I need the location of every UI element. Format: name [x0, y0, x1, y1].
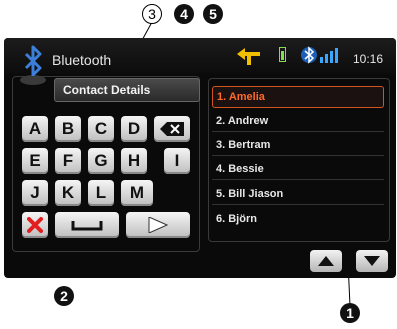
key-c[interactable]: C — [88, 116, 114, 142]
contact-item-bjorn[interactable]: 6. Björn — [212, 208, 384, 230]
clock: 10:16 — [353, 52, 384, 66]
key-i[interactable]: I — [164, 148, 190, 174]
contact-item-amelia[interactable]: 1. Amelia — [212, 86, 384, 108]
arrow-up-icon — [318, 256, 334, 266]
backspace-icon — [160, 122, 184, 136]
turn-arrow-icon — [237, 48, 260, 65]
key-e[interactable]: E — [22, 148, 48, 174]
red-x-icon — [27, 217, 43, 233]
key-k[interactable]: K — [55, 180, 81, 206]
app-title: Bluetooth — [52, 52, 112, 68]
scroll-down-button[interactable] — [356, 250, 388, 272]
contact-item-bessie[interactable]: 4. Bessie — [212, 158, 384, 180]
enter-button[interactable] — [126, 212, 190, 238]
play-arrow-icon — [148, 217, 168, 233]
device-screen: Bluetooth 10:16 Contact Details A B C D … — [4, 38, 396, 278]
status-bar: Bluetooth 10:16 — [4, 38, 396, 85]
contact-item-bill-jiason[interactable]: 5. Bill Jiason — [212, 183, 384, 205]
callout-2: 2 — [54, 286, 74, 306]
key-j[interactable]: J — [22, 180, 48, 206]
key-m[interactable]: M — [121, 180, 153, 206]
callout-3: 3 — [142, 4, 162, 24]
key-l[interactable]: L — [88, 180, 114, 206]
battery-icon — [279, 47, 286, 62]
bluetooth-signal-icon — [301, 46, 338, 64]
key-a[interactable]: A — [22, 116, 48, 142]
scroll-up-button[interactable] — [310, 250, 342, 272]
contact-item-andrew[interactable]: 2. Andrew — [212, 110, 384, 132]
key-h[interactable]: H — [121, 148, 147, 174]
key-b[interactable]: B — [55, 116, 81, 142]
arrow-down-icon — [364, 256, 380, 266]
key-g[interactable]: G — [88, 148, 114, 174]
callout-5: 5 — [203, 4, 223, 24]
callout-4: 4 — [174, 4, 194, 24]
key-f[interactable]: F — [55, 148, 81, 174]
space-button[interactable] — [55, 212, 119, 238]
contact-details-field[interactable]: Contact Details — [54, 78, 200, 102]
delete-button[interactable] — [154, 116, 190, 142]
contact-item-bertram[interactable]: 3. Bertram — [212, 134, 384, 156]
key-d[interactable]: D — [121, 116, 147, 142]
callout-1: 1 — [340, 303, 360, 323]
cancel-button[interactable] — [22, 212, 48, 238]
space-bar-icon — [71, 221, 103, 231]
